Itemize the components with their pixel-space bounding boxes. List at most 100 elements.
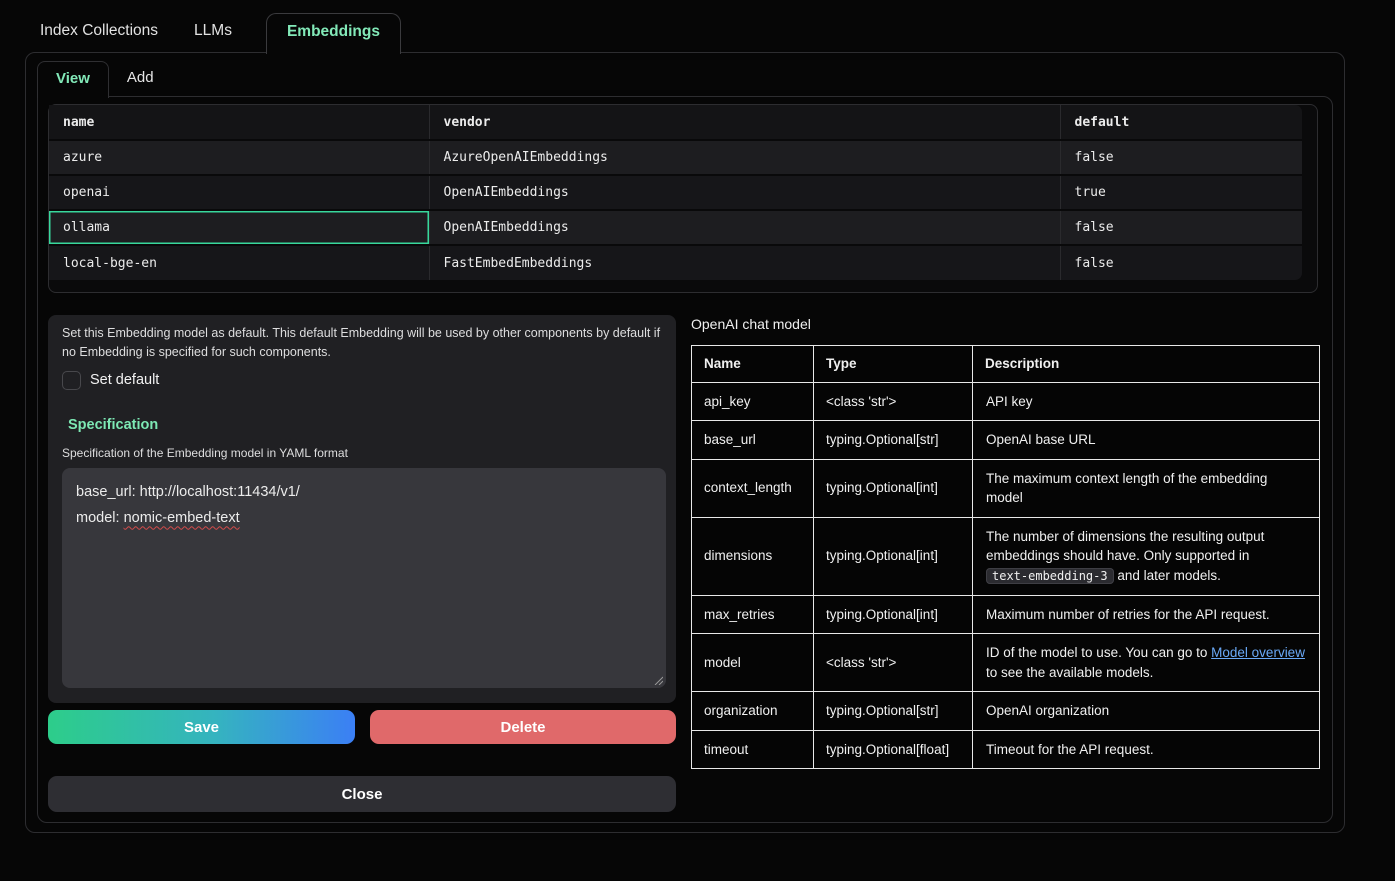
doc-row-context_length: context_lengthtyping.Optional[int] The ma… (692, 459, 1320, 517)
description-text: Maximum number of retries for the API re… (986, 607, 1270, 622)
specification-heading: Specification (68, 417, 662, 433)
description-text: API key (986, 394, 1033, 409)
doc-cell-name: organization (692, 692, 814, 731)
doc-cell-type: <class 'str'> (814, 634, 973, 692)
cell-default[interactable]: false (1060, 245, 1302, 280)
doc-title: OpenAI chat model (691, 316, 1320, 332)
doc-cell-description: API key (973, 382, 1320, 421)
set-default-row: Set default (62, 371, 662, 390)
doc-cell-description: The maximum context length of the embedd… (973, 459, 1320, 517)
resize-handle-icon[interactable] (653, 675, 663, 685)
doc-cell-type: typing.Optional[str] (814, 421, 973, 460)
save-button[interactable]: Save (48, 710, 355, 744)
specification-help-text: Specification of the Embedding model in … (62, 446, 662, 460)
table-row-local-bge-en[interactable]: local-bge-enFastEmbedEmbeddingsfalse (49, 245, 1302, 280)
description-text: OpenAI base URL (986, 432, 1096, 447)
cell-name[interactable]: ollama (49, 210, 429, 245)
doc-cell-type: typing.Optional[float] (814, 730, 973, 769)
doc-cell-type: typing.Optional[str] (814, 692, 973, 731)
subtab-add[interactable]: Add (109, 61, 172, 97)
description-text: OpenAI organization (986, 703, 1109, 718)
cell-vendor[interactable]: AzureOpenAIEmbeddings (429, 140, 1060, 175)
doc-cell-description: Timeout for the API request. (973, 730, 1320, 769)
cell-default[interactable]: false (1060, 210, 1302, 245)
doc-column-header-type: Type (814, 346, 973, 383)
close-button[interactable]: Close (48, 776, 676, 812)
set-default-checkbox[interactable] (62, 371, 81, 390)
yaml-line-2: model: nomic-embed-text (76, 505, 652, 532)
doc-row-model: model<class 'str'>ID of the model to use… (692, 634, 1320, 692)
app-root: Index Collections LLMs Embeddings View A… (0, 0, 1395, 881)
doc-cell-description: ID of the model to use. You can go to Mo… (973, 634, 1320, 692)
doc-cell-description: OpenAI organization (973, 692, 1320, 731)
embeddings-table-body: azureAzureOpenAIEmbeddingsfalseopenaiOpe… (49, 140, 1302, 280)
doc-cell-description: Maximum number of retries for the API re… (973, 595, 1320, 634)
delete-button[interactable]: Delete (370, 710, 676, 744)
tab-embeddings[interactable]: Embeddings (266, 13, 401, 54)
subtab-view[interactable]: View (37, 61, 109, 98)
description-text: to see the available models. (986, 665, 1153, 680)
cell-vendor[interactable]: OpenAIEmbeddings (429, 210, 1060, 245)
description-text: Timeout for the API request. (986, 742, 1154, 757)
doc-column: OpenAI chat model NameTypeDescription ap… (691, 316, 1320, 769)
tab-llms[interactable]: LLMs (192, 13, 234, 53)
cell-vendor[interactable]: OpenAIEmbeddings (429, 175, 1060, 210)
column-header-default: default (1060, 105, 1302, 140)
doc-row-base_url: base_urltyping.Optional[str] OpenAI base … (692, 421, 1320, 460)
set-default-label: Set default (90, 372, 159, 388)
cell-vendor[interactable]: FastEmbedEmbeddings (429, 245, 1060, 280)
model-overview-link[interactable]: Model overview (1211, 645, 1305, 660)
doc-cell-description: OpenAI base URL (973, 421, 1320, 460)
cell-default[interactable]: false (1060, 140, 1302, 175)
view-panel: namevendordefault azureAzureOpenAIEmbedd… (37, 96, 1333, 823)
doc-table-body: api_key<class 'str'>API keybase_urltypin… (692, 382, 1320, 769)
cell-name[interactable]: azure (49, 140, 429, 175)
main-tabbar: Index Collections LLMs Embeddings (0, 0, 1395, 53)
doc-cell-type: <class 'str'> (814, 382, 973, 421)
doc-row-dimensions: dimensionstyping.Optional[int] The number… (692, 517, 1320, 595)
doc-table-header-row: NameTypeDescription (692, 346, 1320, 383)
doc-cell-type: typing.Optional[int] (814, 517, 973, 595)
doc-cell-type: typing.Optional[int] (814, 595, 973, 634)
doc-cell-description: The number of dimensions the resulting o… (973, 517, 1320, 595)
description-text: and later models. (1114, 568, 1221, 583)
doc-column-header-description: Description (973, 346, 1320, 383)
cell-name[interactable]: local-bge-en (49, 245, 429, 280)
embeddings-table: namevendordefault azureAzureOpenAIEmbedd… (49, 105, 1302, 280)
doc-cell-name: max_retries (692, 595, 814, 634)
inline-code-chip: text-embedding-3 (986, 568, 1114, 584)
doc-cell-name: api_key (692, 382, 814, 421)
doc-cell-name: context_length (692, 459, 814, 517)
description-text: ID of the model to use. You can go to (986, 645, 1211, 660)
doc-cell-name: timeout (692, 730, 814, 769)
doc-cell-type: typing.Optional[int] (814, 459, 973, 517)
column-header-name: name (49, 105, 429, 140)
table-row-ollama[interactable]: ollamaOpenAIEmbeddingsfalse (49, 210, 1302, 245)
doc-row-timeout: timeouttyping.Optional[float] Timeout for… (692, 730, 1320, 769)
sub-tabbar: View Add (37, 53, 172, 97)
doc-cell-name: dimensions (692, 517, 814, 595)
doc-table: NameTypeDescription api_key<class 'str'>… (691, 345, 1320, 769)
doc-row-max_retries: max_retriestyping.Optional[int] Maximum n… (692, 595, 1320, 634)
tab-index-collections[interactable]: Index Collections (38, 13, 160, 53)
description-text: The maximum context length of the embedd… (986, 471, 1267, 506)
table-row-openai[interactable]: openaiOpenAIEmbeddingstrue (49, 175, 1302, 210)
yaml-spec-editor[interactable]: base_url: http://localhost:11434/v1/ mod… (62, 468, 666, 688)
misspelled-word: nomic-embed-text (124, 510, 240, 526)
set-default-help-text: Set this Embedding model as default. Thi… (62, 324, 662, 362)
doc-column-header-name: Name (692, 346, 814, 383)
doc-row-api_key: api_key<class 'str'> API key (692, 382, 1320, 421)
doc-cell-name: base_url (692, 421, 814, 460)
description-text: The number of dimensions the resulting o… (986, 529, 1264, 564)
cell-name[interactable]: openai (49, 175, 429, 210)
embeddings-panel: View Add namevendordefault azureAzureOpe… (25, 52, 1345, 833)
cell-default[interactable]: true (1060, 175, 1302, 210)
embeddings-table-container: namevendordefault azureAzureOpenAIEmbedd… (48, 104, 1318, 293)
yaml-line-1: base_url: http://localhost:11434/v1/ (76, 479, 652, 506)
embedding-form-panel: Set this Embedding model as default. Thi… (48, 315, 676, 703)
doc-row-organization: organizationtyping.Optional[str] OpenAI o… (692, 692, 1320, 731)
table-row-azure[interactable]: azureAzureOpenAIEmbeddingsfalse (49, 140, 1302, 175)
embeddings-table-header-row: namevendordefault (49, 105, 1302, 140)
doc-cell-name: model (692, 634, 814, 692)
column-header-vendor: vendor (429, 105, 1060, 140)
